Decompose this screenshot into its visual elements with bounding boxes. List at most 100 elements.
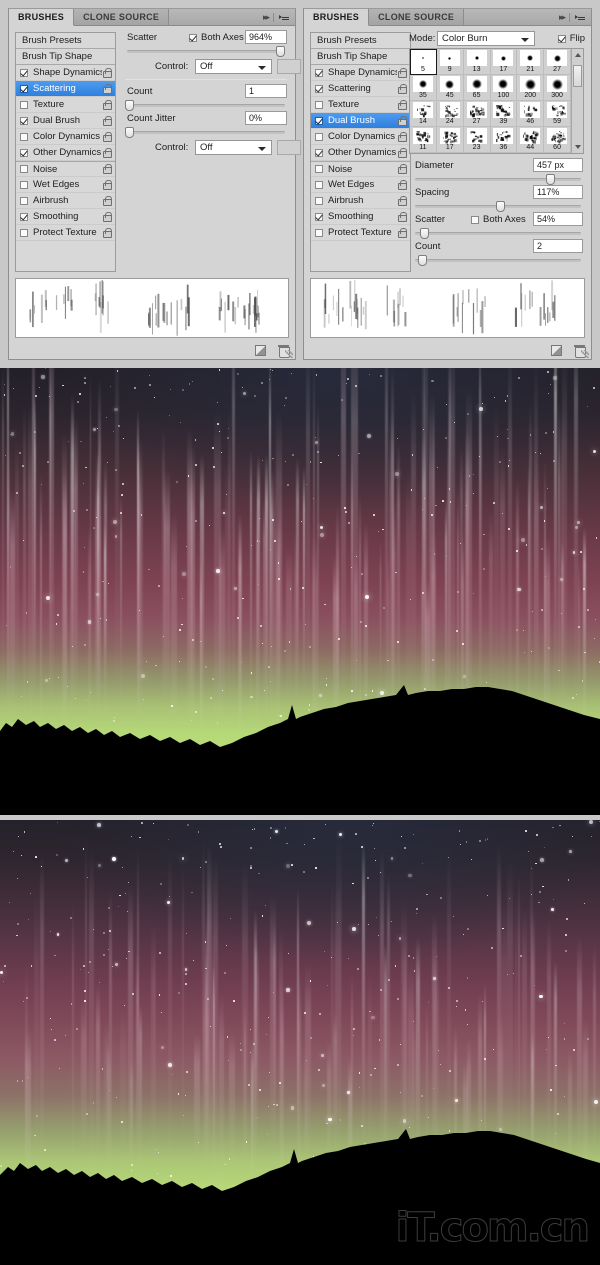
lock-icon[interactable] xyxy=(102,195,112,206)
count-jitter-value-field[interactable]: 0% xyxy=(245,111,287,125)
brush-tip-cell[interactable]: 300 xyxy=(544,75,571,101)
brush-tip-cell[interactable]: 60 xyxy=(544,127,571,153)
lock-icon[interactable] xyxy=(102,179,112,190)
brush-option-checkbox[interactable] xyxy=(20,148,28,157)
lock-icon[interactable] xyxy=(397,227,407,238)
count-slider-knob[interactable] xyxy=(125,100,134,111)
brush-tip-cell[interactable]: 65 xyxy=(463,75,491,101)
lock-icon[interactable] xyxy=(397,164,407,174)
brush-tip-cell[interactable]: 44 xyxy=(517,127,545,153)
brush-option-checkbox[interactable] xyxy=(20,68,28,77)
brush-tip-cell[interactable]: 35 xyxy=(410,75,437,101)
count-slider[interactable] xyxy=(125,99,287,111)
lock-icon[interactable] xyxy=(102,227,112,238)
lock-icon[interactable] xyxy=(397,67,407,78)
diameter-slider[interactable] xyxy=(413,173,583,185)
lock-icon[interactable] xyxy=(397,83,407,94)
brush-option-checkbox[interactable] xyxy=(315,212,323,221)
brush-option-checkbox[interactable] xyxy=(20,212,28,221)
spacing-slider-knob[interactable] xyxy=(496,201,506,212)
brush-option-brush-tip-shape[interactable]: Brush Tip Shape xyxy=(311,49,410,65)
count-jitter-control-select[interactable]: Off xyxy=(195,140,272,155)
lock-icon[interactable] xyxy=(397,99,407,110)
brush-option-texture[interactable]: Texture xyxy=(311,97,410,113)
brush-option-shape-dynamics[interactable]: Shape Dynamics xyxy=(16,65,115,81)
brush-option-brush-presets[interactable]: Brush Presets xyxy=(16,33,115,49)
diameter-slider-knob[interactable] xyxy=(545,174,555,185)
scatter-control-select[interactable]: Off xyxy=(195,59,272,74)
brush-options-list-right[interactable]: Brush Presets Brush Tip Shape Shape Dynami… xyxy=(310,32,411,272)
brush-tip-cell[interactable]: 17 xyxy=(436,127,464,153)
dual-scatter-value-field[interactable]: 54% xyxy=(533,212,583,226)
brush-option-checkbox[interactable] xyxy=(20,196,28,205)
brush-option-checkbox[interactable] xyxy=(315,100,323,109)
brush-option-checkbox[interactable] xyxy=(20,132,28,141)
brush-option-texture[interactable]: Texture xyxy=(16,97,115,113)
tab-clone-source-left[interactable]: CLONE SOURCE xyxy=(74,9,170,25)
lock-icon[interactable] xyxy=(397,179,407,190)
brush-option-checkbox[interactable] xyxy=(20,165,28,173)
lock-icon[interactable] xyxy=(102,164,112,174)
lock-icon[interactable] xyxy=(102,131,112,142)
mode-select[interactable]: Color Burn xyxy=(437,31,535,46)
brush-option-color-dynamics[interactable]: Color Dynamics xyxy=(16,129,115,145)
scroll-down-arrow-icon[interactable] xyxy=(575,145,581,149)
tab-brushes-left[interactable]: BRUSHES xyxy=(9,9,75,26)
count-value-field[interactable]: 1 xyxy=(245,84,287,98)
brush-option-checkbox[interactable] xyxy=(20,228,28,237)
brush-tip-cell[interactable]: 13 xyxy=(463,49,491,75)
brush-option-smoothing[interactable]: Smoothing xyxy=(16,209,115,225)
brush-option-wet-edges[interactable]: Wet Edges xyxy=(16,177,115,193)
scrollbar-thumb[interactable] xyxy=(573,65,582,87)
brush-option-checkbox[interactable] xyxy=(315,84,323,93)
brush-option-dual-brush[interactable]: Dual Brush xyxy=(311,113,410,129)
brush-option-checkbox[interactable] xyxy=(20,116,28,125)
tab-clone-source-right[interactable]: CLONE SOURCE xyxy=(369,9,465,25)
brush-option-brush-presets[interactable]: Brush Presets xyxy=(311,33,410,49)
brush-tip-cell[interactable]: 200 xyxy=(517,75,545,101)
resize-grip-icon[interactable] xyxy=(285,350,293,358)
brush-tip-cell[interactable]: 17 xyxy=(490,49,518,75)
brush-option-protect-texture[interactable]: Protect Texture xyxy=(311,225,410,241)
lock-icon[interactable] xyxy=(397,195,407,206)
brush-option-checkbox[interactable] xyxy=(315,180,323,189)
brush-option-checkbox[interactable] xyxy=(315,148,323,157)
brush-tip-cell[interactable]: 59 xyxy=(544,101,571,127)
brush-option-airbrush[interactable]: Airbrush xyxy=(16,193,115,209)
brush-option-scattering[interactable]: Scattering xyxy=(16,81,115,97)
brush-tip-cell[interactable]: 39 xyxy=(490,101,518,127)
panel-menu-icon[interactable] xyxy=(279,13,290,22)
collapse-double-arrow-icon[interactable]: ▸▸ xyxy=(263,12,270,23)
scatter-slider-knob[interactable] xyxy=(275,46,285,57)
diameter-value-field[interactable]: 457 px xyxy=(533,158,583,172)
scatter-slider[interactable] xyxy=(125,45,287,57)
dual-scatter-slider-knob[interactable] xyxy=(419,228,429,239)
new-brush-icon[interactable] xyxy=(551,344,562,356)
lock-icon[interactable] xyxy=(397,147,407,158)
lock-icon[interactable] xyxy=(397,131,407,142)
lock-icon[interactable] xyxy=(102,211,112,222)
brush-tip-cell[interactable]: 27 xyxy=(544,49,571,75)
brush-option-checkbox[interactable] xyxy=(20,100,28,109)
brush-tip-cell[interactable]: 23 xyxy=(463,127,491,153)
brush-option-dual-brush[interactable]: Dual Brush xyxy=(16,113,115,129)
spacing-slider[interactable] xyxy=(413,200,583,212)
new-brush-icon[interactable] xyxy=(255,344,266,356)
brush-option-other-dynamics[interactable]: Other Dynamics xyxy=(16,145,115,161)
brush-option-checkbox[interactable] xyxy=(315,132,323,141)
brush-tip-grid[interactable]: 5 9 13 17 21 27 35 45 65 100 200 300 14 24 27 39 46 59 11 1… xyxy=(410,49,571,153)
brush-option-checkbox[interactable] xyxy=(315,116,323,125)
brush-option-shape-dynamics[interactable]: Shape Dynamics xyxy=(311,65,410,81)
count-jitter-slider[interactable] xyxy=(125,126,287,138)
brush-tip-cell[interactable]: 21 xyxy=(517,49,545,75)
brush-tip-cell[interactable]: 14 xyxy=(410,101,437,127)
brush-tip-scrollbar[interactable] xyxy=(571,49,583,153)
brush-option-protect-texture[interactable]: Protect Texture xyxy=(16,225,115,241)
dual-count-slider[interactable] xyxy=(413,254,583,266)
brush-tip-cell[interactable]: 100 xyxy=(490,75,518,101)
brush-option-checkbox[interactable] xyxy=(315,196,323,205)
lock-icon[interactable] xyxy=(102,67,112,78)
spacing-value-field[interactable]: 117% xyxy=(533,185,583,199)
tab-brushes-right[interactable]: BRUSHES xyxy=(304,9,370,26)
both-axes-checkbox-left[interactable]: Both Axes xyxy=(189,32,244,43)
